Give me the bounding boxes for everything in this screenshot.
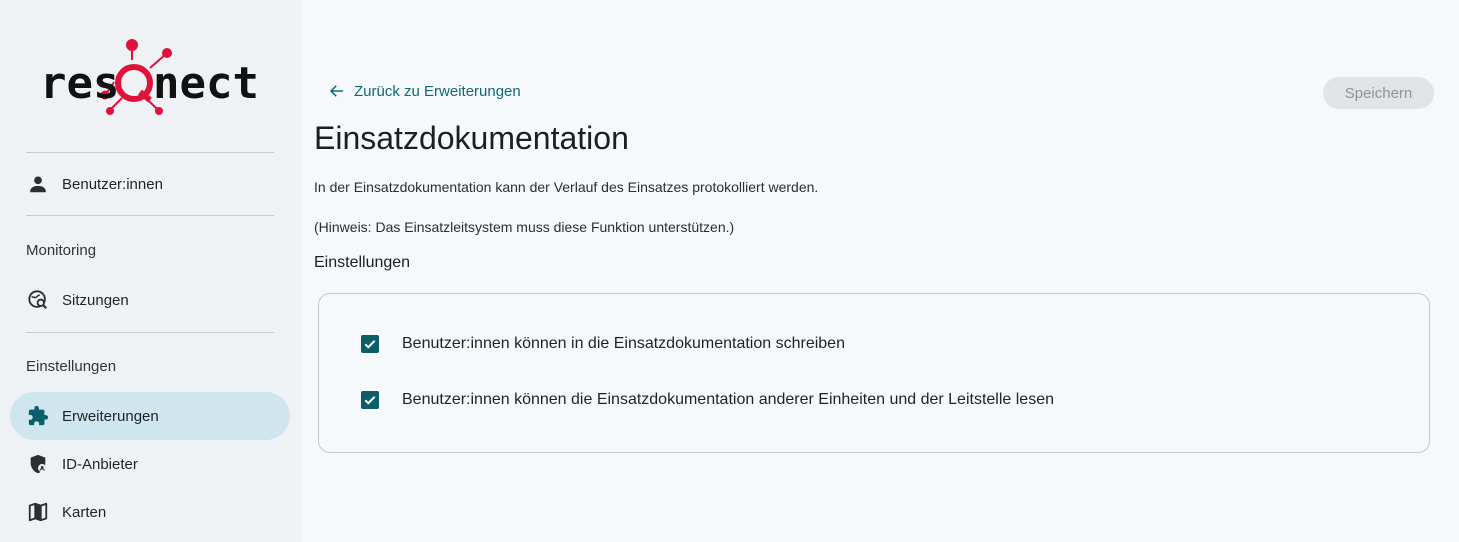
app-root: res nect Benutzer:innen Monitoring Sitzu… [0, 0, 1459, 542]
sidebar-item-extensions[interactable]: Erweiterungen [10, 392, 290, 440]
back-to-extensions-link[interactable]: Zurück zu Erweiterungen [328, 82, 521, 100]
sidebar-item-maps[interactable]: Karten [10, 488, 290, 536]
sidebar-item-sessions[interactable]: Sitzungen [10, 276, 290, 324]
sidebar-item-label: Erweiterungen [62, 407, 159, 425]
map-icon [26, 500, 50, 524]
sidebar-item-label: Karten [62, 503, 107, 521]
session-search-icon [26, 288, 50, 312]
option-write-documentation[interactable]: Benutzer:innen können in die Einsatzdoku… [361, 335, 845, 353]
person-icon [26, 172, 50, 196]
main-content: Zurück zu Erweiterungen Speichern Einsat… [302, 0, 1459, 542]
page-hint: (Hinweis: Das Einsatzleitsystem muss die… [314, 219, 735, 235]
svg-text:res: res [40, 58, 119, 109]
checkbox-checked[interactable] [361, 335, 379, 353]
settings-heading: Einstellungen [314, 254, 411, 271]
check-icon [364, 396, 376, 405]
check-icon [364, 340, 376, 349]
sidebar-divider [26, 215, 274, 216]
option-label: Benutzer:innen können die Einsatzdokumen… [402, 391, 1054, 408]
sidebar-item-label: Sitzungen [62, 291, 129, 309]
sidebar-item-label: ID-Anbieter [62, 455, 138, 473]
settings-card: Benutzer:innen können in die Einsatzdoku… [318, 293, 1430, 453]
shield-account-icon [26, 452, 50, 476]
sidebar-divider [26, 152, 274, 153]
svg-text:nect: nect [153, 58, 259, 109]
sidebar: res nect Benutzer:innen Monitoring Sitzu… [0, 0, 302, 542]
checkbox-checked[interactable] [361, 391, 379, 409]
page-description: In der Einsatzdokumentation kann der Ver… [314, 179, 819, 195]
arrow-left-icon [328, 82, 346, 100]
option-read-other-documentation[interactable]: Benutzer:innen können die Einsatzdokumen… [361, 391, 1054, 409]
sidebar-item-id-provider[interactable]: ID-Anbieter [10, 440, 290, 488]
sidebar-item-users[interactable]: Benutzer:innen [10, 160, 290, 208]
sidebar-divider [26, 332, 274, 333]
section-label-settings: Einstellungen [26, 358, 117, 375]
section-label-monitoring: Monitoring [26, 242, 97, 259]
save-button[interactable]: Speichern [1323, 77, 1434, 109]
back-link-label: Zurück zu Erweiterungen [354, 82, 521, 100]
brand-logo: res nect [40, 38, 262, 116]
puzzle-icon [26, 404, 50, 428]
sidebar-item-label: Benutzer:innen [62, 175, 163, 193]
page-title: Einsatzdokumentation [314, 120, 629, 156]
option-label: Benutzer:innen können in die Einsatzdoku… [402, 335, 845, 352]
